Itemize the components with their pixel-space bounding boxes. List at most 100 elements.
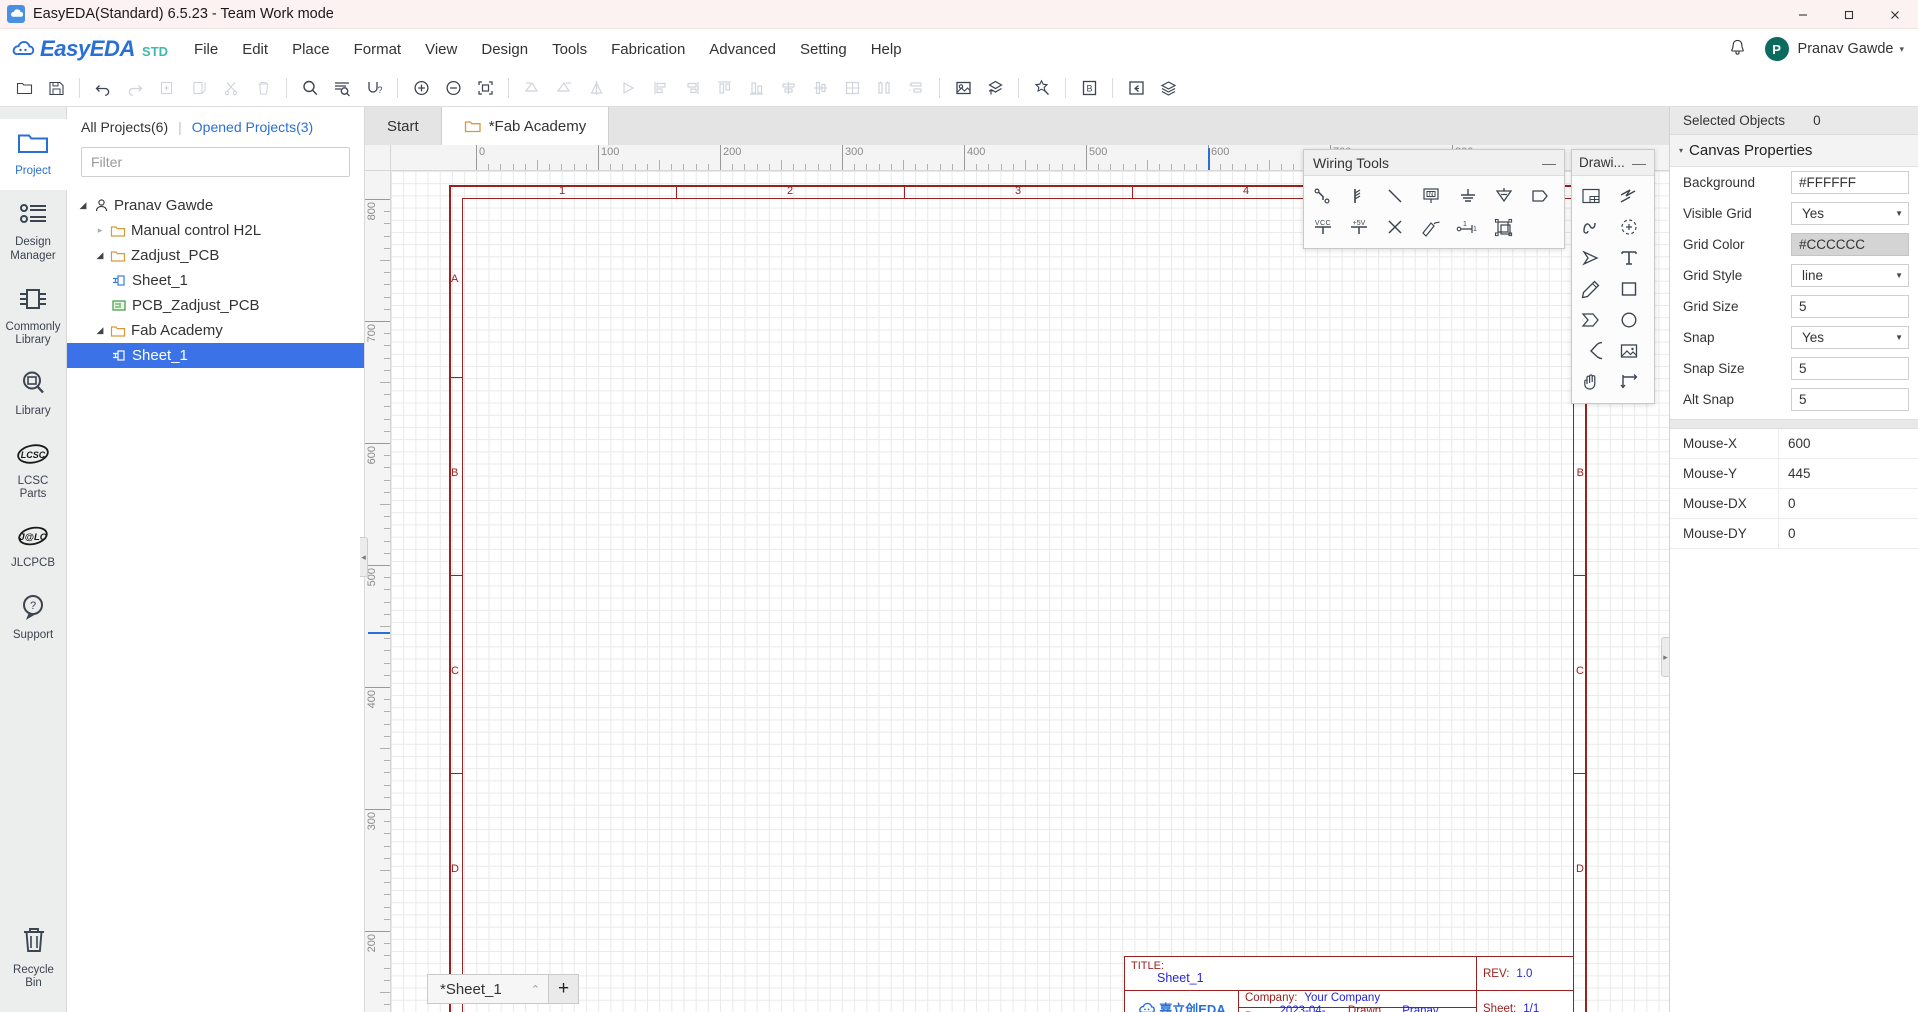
- image-icon[interactable]: [1614, 336, 1643, 365]
- text-icon[interactable]: [1614, 243, 1643, 272]
- menu-design[interactable]: Design: [469, 35, 540, 64]
- wiring-tools-header[interactable]: Wiring Tools —: [1304, 150, 1564, 176]
- title-block[interactable]: TITLE: Sheet_1 REV: 1.0 嘉立创EDA Company: …: [1124, 956, 1574, 1012]
- rail-item-commonly-library[interactable]: Commonly Library: [0, 275, 67, 360]
- minimize-icon[interactable]: —: [1630, 156, 1648, 170]
- measure-icon[interactable]: ?: [358, 73, 390, 103]
- magic-wand-icon[interactable]: [1026, 73, 1058, 103]
- distribute-grid-icon[interactable]: [836, 73, 868, 103]
- netflag-icon[interactable]: 11: [1453, 212, 1482, 241]
- align-right-icon[interactable]: [676, 73, 708, 103]
- tree-node-fab-academy[interactable]: ◢ Fab Academy: [67, 318, 364, 343]
- opened-projects-link[interactable]: Opened Projects(3): [192, 119, 313, 135]
- menu-file[interactable]: File: [182, 35, 230, 64]
- find-icon[interactable]: [294, 73, 326, 103]
- alt-snap-input[interactable]: 5: [1791, 388, 1909, 411]
- vcc-flag-icon[interactable]: VCC: [1308, 212, 1337, 241]
- align-bottom-icon[interactable]: [740, 73, 772, 103]
- filter-input[interactable]: [81, 147, 350, 177]
- minimize-button[interactable]: [1780, 0, 1826, 29]
- delete-icon[interactable]: [247, 73, 279, 103]
- rail-item-lcsc-parts[interactable]: LCSC LCSC Parts: [0, 431, 67, 514]
- bom-icon[interactable]: B: [1073, 73, 1105, 103]
- right-panel-splitter[interactable]: ▸: [1661, 637, 1669, 677]
- align-left-icon[interactable]: [644, 73, 676, 103]
- gnd-icon[interactable]: [1453, 181, 1482, 210]
- notifications-bell-icon[interactable]: [1728, 38, 1747, 61]
- avatar[interactable]: P: [1764, 37, 1789, 61]
- menu-view[interactable]: View: [413, 35, 469, 64]
- tab-start[interactable]: Start: [365, 107, 441, 145]
- bus-icon[interactable]: [1344, 181, 1373, 210]
- align-center-h-icon[interactable]: [804, 73, 836, 103]
- all-projects-link[interactable]: All Projects(6): [81, 119, 168, 135]
- dimension-icon[interactable]: [1614, 367, 1643, 396]
- pencil-icon[interactable]: [1576, 274, 1605, 303]
- grid-color-input[interactable]: #CCCCCC: [1791, 233, 1909, 256]
- netport-icon[interactable]: [1526, 181, 1555, 210]
- tree-node-pcb-zadjust-pcb[interactable]: PCB_Zadjust_PCB: [67, 293, 364, 318]
- wiring-tools-panel[interactable]: Wiring Tools — N VCC +5V 1 1: [1303, 149, 1565, 249]
- menu-edit[interactable]: Edit: [230, 35, 280, 64]
- chevron-down-icon[interactable]: ▼: [1895, 209, 1903, 218]
- no-connect-icon[interactable]: [1381, 212, 1410, 241]
- open-project-icon[interactable]: [8, 73, 40, 103]
- layers-icon[interactable]: [1152, 73, 1184, 103]
- rail-item-library[interactable]: Library: [0, 359, 67, 430]
- schematic-canvas[interactable]: 0100200300400500600700800 80070060050040…: [365, 145, 1669, 1012]
- redo-icon[interactable]: [119, 73, 151, 103]
- find-similar-icon[interactable]: [326, 73, 358, 103]
- flip-icon[interactable]: [612, 73, 644, 103]
- chevron-down-icon[interactable]: ◢: [92, 250, 108, 261]
- chevron-down-icon[interactable]: ◢: [75, 200, 91, 211]
- fit-to-screen-icon[interactable]: [469, 73, 501, 103]
- menu-setting[interactable]: Setting: [788, 35, 859, 64]
- plus5v-flag-icon[interactable]: +5V: [1344, 212, 1373, 241]
- chevron-up-icon[interactable]: ⌃: [531, 983, 540, 996]
- sheet-frame-icon[interactable]: [1576, 181, 1605, 210]
- tree-node-user[interactable]: ◢ Pranav Gawde: [67, 193, 364, 218]
- image-place-icon[interactable]: [947, 73, 979, 103]
- tree-node-zadjust-pcb[interactable]: ◢ Zadjust_PCB: [67, 243, 364, 268]
- maximize-button[interactable]: [1826, 0, 1872, 29]
- tab-fab-academy[interactable]: *Fab Academy: [440, 107, 610, 145]
- menu-help[interactable]: Help: [859, 35, 914, 64]
- rail-item-project[interactable]: Project: [0, 119, 67, 191]
- chevron-down-icon[interactable]: ▼: [1895, 271, 1903, 280]
- align-center-v-icon[interactable]: [772, 73, 804, 103]
- sheet-tab-sheet-1[interactable]: *Sheet_1 ⌃: [427, 974, 549, 1004]
- menu-place[interactable]: Place: [280, 35, 342, 64]
- tree-node-sheet-1-fab-academy[interactable]: Sheet_1: [67, 343, 364, 368]
- background-color-input[interactable]: #FFFFFF: [1791, 171, 1909, 194]
- add-sheet-button[interactable]: +: [549, 974, 579, 1004]
- rail-item-design-manager[interactable]: Design Manager: [0, 190, 67, 275]
- rail-item-support[interactable]: ? Support: [0, 583, 67, 654]
- circle-icon[interactable]: [1614, 305, 1643, 334]
- rectangle-icon[interactable]: [1614, 274, 1643, 303]
- menu-tools[interactable]: Tools: [540, 35, 599, 64]
- username-label[interactable]: Pranav Gawde: [1798, 41, 1894, 57]
- wire-icon[interactable]: [1308, 181, 1337, 210]
- left-panel-splitter[interactable]: ◂: [360, 537, 368, 577]
- netlabel-icon[interactable]: N: [1417, 181, 1446, 210]
- align-top-icon[interactable]: [708, 73, 740, 103]
- tree-node-manual-control-h2l[interactable]: ▸ Manual control H2L: [67, 218, 364, 243]
- hand-icon[interactable]: [1576, 367, 1605, 396]
- arrow-icon[interactable]: [1576, 243, 1605, 272]
- chevron-down-icon[interactable]: ◢: [92, 325, 108, 336]
- visible-grid-select[interactable]: Yes ▼: [1791, 202, 1909, 225]
- drawing-tools-panel[interactable]: Drawi... —: [1571, 149, 1655, 404]
- rail-item-recycle-bin[interactable]: Recycle Bin: [0, 915, 67, 1002]
- cut-icon[interactable]: [215, 73, 247, 103]
- collapse-triangle-icon[interactable]: ▾: [1679, 146, 1683, 155]
- minimize-icon[interactable]: —: [1540, 156, 1558, 170]
- save-icon[interactable]: [40, 73, 72, 103]
- menu-advanced[interactable]: Advanced: [697, 35, 788, 64]
- snap-select[interactable]: Yes ▼: [1791, 326, 1909, 349]
- rotate-cw-icon[interactable]: [548, 73, 580, 103]
- menu-fabrication[interactable]: Fabrication: [599, 35, 697, 64]
- chevron-down-icon[interactable]: ▼: [1895, 333, 1903, 342]
- bezier-icon[interactable]: [1576, 212, 1605, 241]
- grid-size-input[interactable]: 5: [1791, 295, 1909, 318]
- polyline-icon[interactable]: [1614, 181, 1643, 210]
